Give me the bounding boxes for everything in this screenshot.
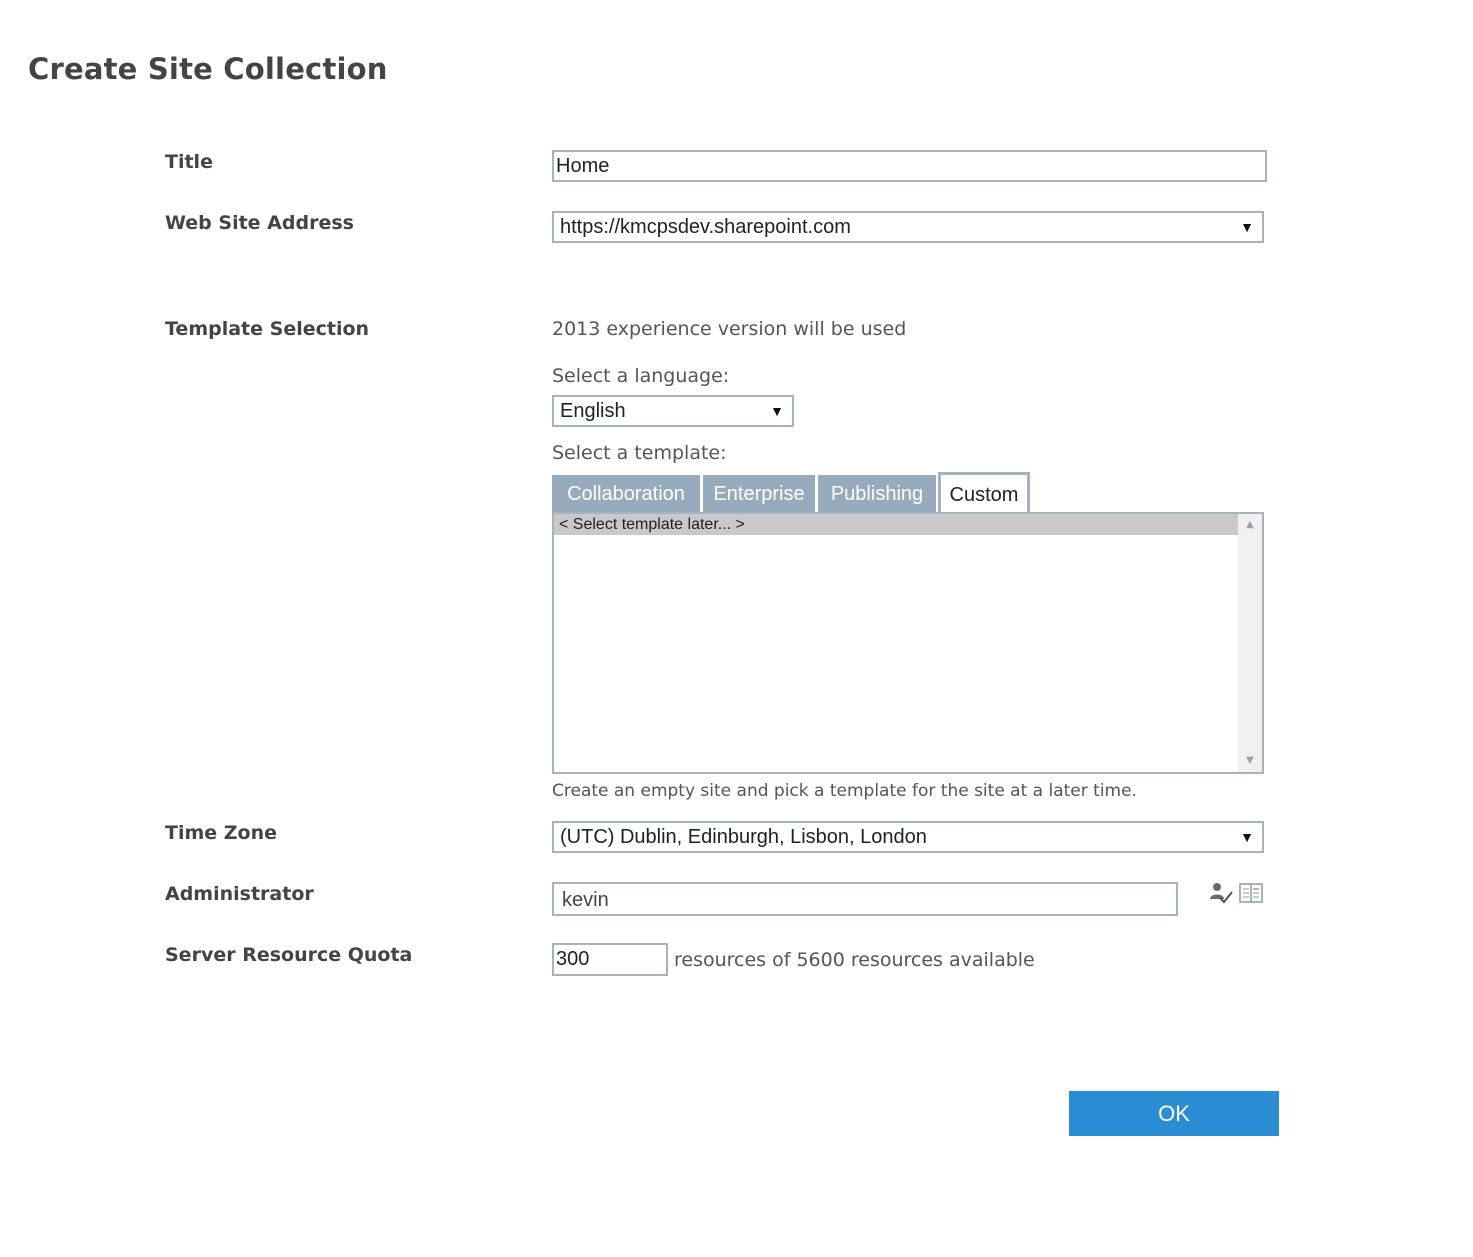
dropdown-arrow-icon: ▼ (1240, 219, 1254, 235)
experience-version-text: 2013 experience version will be used (552, 318, 907, 340)
language-prompt: Select a language: (552, 365, 730, 387)
address-book-icon[interactable] (1238, 880, 1264, 906)
template-prompt: Select a template: (552, 442, 727, 464)
template-selection-label: Template Selection (165, 318, 370, 340)
template-listbox[interactable]: < Select template later... > ▲ ▼ (552, 512, 1264, 774)
quota-value: 300 (556, 948, 590, 970)
title-label: Title (165, 151, 213, 173)
administrator-label: Administrator (165, 883, 314, 905)
language-value: English (560, 400, 626, 422)
list-item[interactable]: < Select template later... > (554, 514, 1238, 535)
time-zone-label: Time Zone (165, 822, 278, 844)
template-description: Create an empty site and pick a template… (552, 781, 1137, 801)
ok-button[interactable]: OK (1069, 1091, 1279, 1136)
administrator-value: kevin (562, 889, 609, 911)
tab-custom[interactable]: Custom (938, 472, 1030, 514)
administrator-input[interactable]: kevin (552, 882, 1178, 916)
web-site-address-select[interactable]: https://kmcpsdev.sharepoint.com ▼ (552, 211, 1264, 243)
quota-input[interactable]: 300 (552, 943, 668, 976)
dropdown-arrow-icon: ▼ (1240, 829, 1254, 845)
time-zone-value: (UTC) Dublin, Edinburgh, Lisbon, London (560, 826, 927, 848)
quota-available-text: resources of 5600 resources available (674, 949, 1035, 971)
language-select[interactable]: English ▼ (552, 395, 794, 427)
scroll-down-icon[interactable]: ▼ (1238, 752, 1262, 770)
tab-collaboration[interactable]: Collaboration (552, 475, 700, 513)
web-site-address-label: Web Site Address (165, 212, 354, 234)
page-title: Create Site Collection (28, 52, 388, 86)
title-input-value: Home (556, 155, 610, 177)
scroll-up-icon[interactable]: ▲ (1238, 516, 1262, 534)
time-zone-select[interactable]: (UTC) Dublin, Edinburgh, Lisbon, London … (552, 821, 1264, 853)
server-resource-quota-label: Server Resource Quota (165, 944, 413, 966)
tab-enterprise[interactable]: Enterprise (703, 475, 815, 513)
listbox-scrollbar[interactable]: ▲ ▼ (1238, 514, 1262, 772)
title-input[interactable]: Home (552, 150, 1267, 182)
web-site-address-value: https://kmcpsdev.sharepoint.com (560, 216, 851, 238)
tab-publishing[interactable]: Publishing (818, 475, 936, 513)
dropdown-arrow-icon: ▼ (770, 403, 784, 419)
check-names-icon[interactable] (1208, 880, 1234, 906)
